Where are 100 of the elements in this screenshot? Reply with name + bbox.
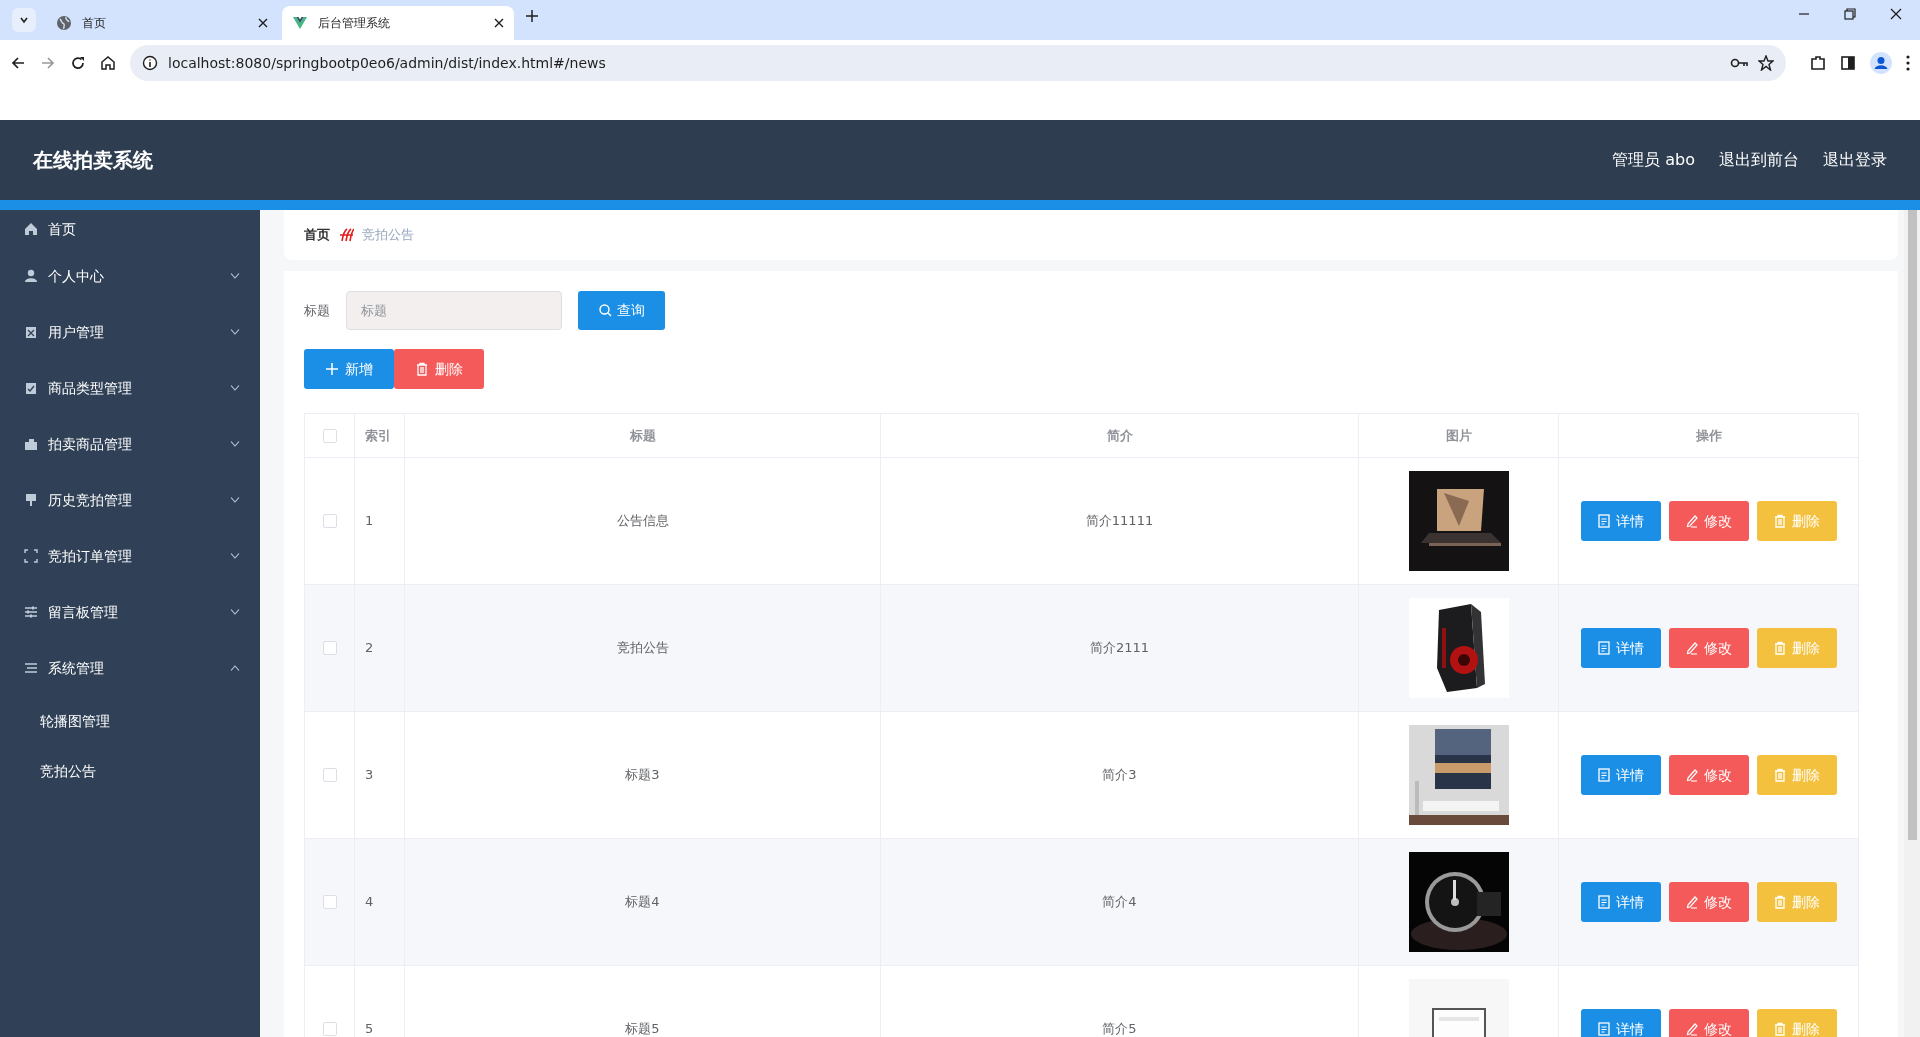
clipboard-icon	[24, 325, 38, 339]
scrollbar[interactable]	[1904, 210, 1920, 1037]
more-icon[interactable]	[1906, 55, 1910, 71]
v-logo-icon	[292, 15, 308, 31]
user-icon	[24, 269, 38, 283]
info-icon	[142, 55, 158, 71]
sliders-icon	[24, 605, 38, 619]
table-cell-text: 简介2111	[1089, 639, 1150, 658]
clipboard-check-icon	[24, 381, 38, 395]
table-cell-text: 3	[365, 766, 374, 785]
breadcrumb-item[interactable]: 首页	[304, 225, 330, 245]
home-icon	[24, 222, 38, 236]
details-button[interactable]: 详情	[1580, 501, 1661, 541]
table-cell-text: 简介3	[1102, 766, 1137, 785]
home-icon[interactable]	[100, 55, 116, 71]
search-button[interactable]: 查询	[578, 291, 665, 330]
sidebar-item[interactable]: 系统管理	[0, 640, 260, 696]
trash-icon	[415, 362, 429, 376]
row-checkbox[interactable]	[322, 514, 337, 528]
sidebar-item[interactable]: 竞拍订单管理	[0, 528, 260, 584]
trash-icon	[1773, 768, 1787, 782]
side-panel-icon[interactable]	[1840, 55, 1856, 71]
row-checkbox[interactable]	[322, 1022, 337, 1036]
address-bar[interactable]: localhost:8080/springbootp0eo6/admin/dist/index.html#/news	[130, 45, 1786, 81]
table-cell-text: 公告信息	[616, 512, 669, 531]
chevron-down-icon	[230, 441, 240, 447]
chevron-down-icon	[230, 273, 240, 279]
column-header: 标题	[629, 426, 656, 445]
trash-icon	[1773, 895, 1787, 909]
trash-icon	[1773, 1022, 1787, 1036]
header-link[interactable]: 退出到前台	[1719, 148, 1799, 172]
table-cell-text: 5	[365, 1020, 374, 1037]
edit-button[interactable]: 修改	[1668, 1009, 1749, 1037]
url-text: localhost:8080/springbootp0eo6/admin/dist/index.html#/news	[168, 53, 607, 73]
row-checkbox[interactable]	[322, 895, 337, 909]
key-icon[interactable]	[1730, 57, 1748, 69]
sidebar-item[interactable]: 用户管理	[0, 304, 260, 360]
details-button[interactable]: 详情	[1580, 1009, 1661, 1037]
pencil-icon	[1685, 895, 1699, 909]
sidebar-item[interactable]: 历史竞拍管理	[0, 472, 260, 528]
profile-icon[interactable]	[1870, 52, 1892, 74]
forward-icon[interactable]	[40, 55, 56, 71]
chevron-down-icon	[230, 609, 240, 615]
table-cell-text: 标题4	[625, 893, 660, 912]
pencil-icon	[1685, 641, 1699, 655]
trash-icon	[1773, 514, 1787, 528]
select-all-checkbox[interactable]	[322, 428, 337, 443]
row-checkbox[interactable]	[322, 768, 337, 782]
sidebar-item[interactable]: 个人中心	[0, 248, 260, 304]
document-icon	[1597, 641, 1611, 655]
close-icon[interactable]	[258, 18, 268, 28]
edit-button[interactable]: 修改	[1668, 501, 1749, 541]
table-cell-text: 1	[365, 512, 374, 531]
stamp-icon	[24, 493, 38, 507]
browser-tab[interactable]: 后台管理系统	[282, 6, 514, 40]
puzzle-icon[interactable]	[1810, 55, 1826, 71]
sidebar-item[interactable]: 拍卖商品管理	[0, 416, 260, 472]
table-cell-text: 简介4	[1102, 893, 1137, 912]
sidebar-item[interactable]: 留言板管理	[0, 584, 260, 640]
document-icon	[1597, 1022, 1611, 1036]
restore-icon[interactable]	[1844, 8, 1856, 20]
close-icon[interactable]	[494, 18, 504, 28]
back-icon[interactable]	[10, 55, 26, 71]
new-tab-icon[interactable]	[526, 9, 538, 22]
edit-button[interactable]: 修改	[1668, 628, 1749, 668]
title-search-field[interactable]: 标题	[346, 291, 562, 330]
row-checkbox[interactable]	[322, 641, 337, 655]
table-cell-text: 简介5	[1102, 1020, 1137, 1037]
browser-tab[interactable]: 首页	[46, 6, 278, 40]
add-button[interactable]: 新增	[304, 349, 394, 389]
sidebar-item[interactable]: 商品类型管理	[0, 360, 260, 416]
sidebar-subitem[interactable]: 竞拍公告	[0, 746, 260, 796]
reload-icon[interactable]	[70, 55, 86, 71]
edit-button[interactable]: 修改	[1668, 755, 1749, 795]
table-cell-text: 标题5	[625, 1020, 660, 1037]
details-button[interactable]: 详情	[1580, 628, 1661, 668]
chevron-up-icon	[230, 665, 240, 671]
delete-button[interactable]: 删除	[394, 349, 484, 389]
pencil-icon	[1685, 1022, 1699, 1036]
details-button[interactable]: 详情	[1580, 882, 1661, 922]
search-icon	[598, 304, 612, 317]
document-icon	[1597, 895, 1611, 909]
pencil-icon	[1685, 768, 1699, 782]
table-cell-text: 2	[365, 639, 374, 658]
column-header: 操作	[1695, 426, 1722, 445]
close-icon[interactable]	[1890, 8, 1902, 20]
admin-user-name: 管理员 abo	[1612, 149, 1695, 171]
breadcrumb-separator-icon	[338, 227, 354, 243]
sidebar-subitem[interactable]: 轮播图管理	[0, 696, 260, 746]
document-icon	[1597, 768, 1611, 782]
chevron-down-icon	[230, 497, 240, 503]
column-header: 索引	[365, 426, 391, 445]
globe-icon	[56, 15, 72, 31]
edit-button[interactable]: 修改	[1668, 882, 1749, 922]
details-button[interactable]: 详情	[1580, 755, 1661, 795]
chevron-down-icon	[230, 329, 240, 335]
column-header: 图片	[1445, 426, 1472, 445]
sidebar-item[interactable]: 首页	[0, 210, 260, 248]
header-link[interactable]: 退出登录	[1823, 148, 1887, 172]
star-icon[interactable]	[1758, 55, 1774, 71]
